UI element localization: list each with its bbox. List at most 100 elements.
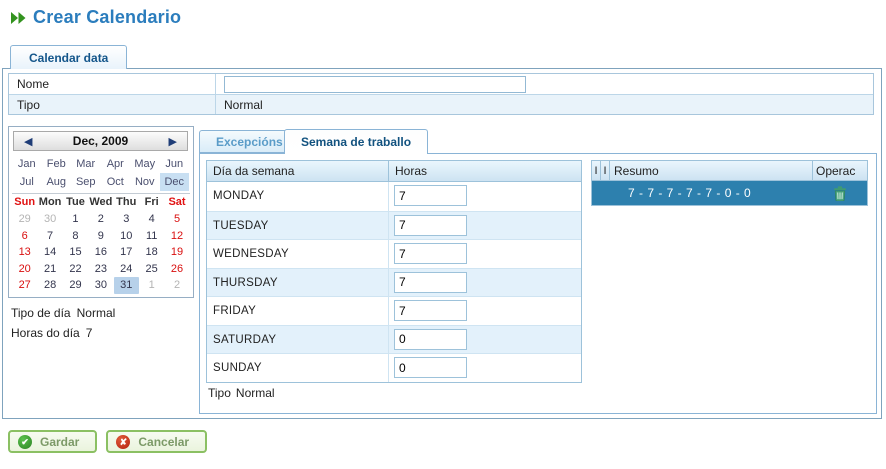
day-cell[interactable]: 12 — [164, 228, 189, 245]
work-week-panel: Día da semana Horas MONDAY TUESDAY WEDNE… — [199, 153, 877, 414]
month-nov[interactable]: Nov — [130, 173, 160, 191]
col-operacions: Operac — [812, 161, 867, 180]
day-cell[interactable]: 18 — [139, 244, 164, 261]
week-row: 20 21 22 23 24 25 26 — [12, 261, 190, 278]
hours-input-tuesday[interactable] — [394, 215, 467, 236]
hours-input-monday[interactable] — [394, 185, 467, 206]
col-i1: I — [592, 161, 601, 180]
day-cell[interactable]: 13 — [12, 244, 37, 261]
tab-semana-label: Semana de traballo — [301, 135, 411, 149]
week-table-header: Día da semana Horas — [207, 161, 581, 182]
day-cell[interactable]: 3 — [114, 211, 139, 228]
month-jun[interactable]: Jun — [160, 155, 190, 173]
day-cell[interactable]: 22 — [63, 261, 88, 278]
day-cell[interactable]: 1 — [63, 211, 88, 228]
dow-thu: Thu — [114, 196, 139, 208]
day-type-label: Tipo de día — [11, 306, 71, 320]
create-calendar-page: Crear Calendario Calendar data Nome Tipo… — [0, 0, 886, 469]
table-row-saturday: SATURDAY — [207, 325, 581, 354]
day-cell[interactable]: 6 — [12, 228, 37, 245]
day-cell[interactable]: 10 — [114, 228, 139, 245]
day-cell[interactable]: 24 — [114, 261, 139, 278]
day-cell[interactable]: 19 — [164, 244, 189, 261]
day-cell[interactable]: 30 — [88, 277, 113, 294]
month-feb[interactable]: Feb — [42, 155, 72, 173]
month-dec-selected[interactable]: Dec — [160, 173, 190, 191]
hours-input-wednesday[interactable] — [394, 243, 467, 264]
prev-month-icon[interactable]: ◀ — [24, 135, 32, 148]
day-hours-info: Horas do día 7 — [11, 326, 92, 340]
day-cell[interactable]: 11 — [139, 228, 164, 245]
calendar-data-panel: Nome Tipo Normal ◀ Dec, 2009 ▶ Jan Feb — [2, 68, 882, 419]
day-cell[interactable]: 7 — [37, 228, 62, 245]
day-grid: 29 30 1 2 3 4 5 6 7 8 9 10 11 12 — [12, 211, 190, 294]
day-hours-label: Horas do día — [11, 326, 80, 340]
day-cell[interactable]: 2 — [88, 211, 113, 228]
form-row-nome: Nome — [9, 74, 873, 94]
nome-label: Nome — [9, 74, 216, 94]
day-cell[interactable]: 5 — [164, 211, 189, 228]
day-cell[interactable]: 29 — [63, 277, 88, 294]
day-cell[interactable]: 28 — [37, 277, 62, 294]
day-cell[interactable]: 15 — [63, 244, 88, 261]
day-cell[interactable]: 20 — [12, 261, 37, 278]
nome-input[interactable] — [224, 76, 526, 93]
day-cell[interactable]: 1 — [139, 277, 164, 294]
table-row-sunday: SUNDAY — [207, 353, 581, 382]
day-cell[interactable]: 16 — [88, 244, 113, 261]
hours-input-thursday[interactable] — [394, 272, 467, 293]
day-cell[interactable]: 9 — [88, 228, 113, 245]
day-cell[interactable]: 8 — [63, 228, 88, 245]
table-row-tuesday: TUESDAY — [207, 211, 581, 240]
day-cell[interactable]: 23 — [88, 261, 113, 278]
month-aug[interactable]: Aug — [42, 173, 72, 191]
table-row-monday: MONDAY — [207, 182, 581, 211]
cancel-button[interactable]: ✘ Cancelar — [106, 430, 207, 453]
calendar-form: Nome Tipo Normal — [8, 73, 874, 115]
day-cell[interactable]: 27 — [12, 277, 37, 294]
hours-input-friday[interactable] — [394, 300, 467, 321]
summary-row-selected[interactable]: 7 - 7 - 7 - 7 - 7 - 0 - 0 — [592, 181, 867, 205]
dow-tue: Tue — [63, 196, 88, 208]
col-i2: I — [601, 161, 610, 180]
day-cell[interactable]: 29 — [12, 211, 37, 228]
hours-input-saturday[interactable] — [394, 329, 467, 350]
day-cell[interactable]: 14 — [37, 244, 62, 261]
dow-sat: Sat — [164, 196, 189, 208]
next-month-icon[interactable]: ▶ — [169, 135, 177, 148]
tab-calendar-data[interactable]: Calendar data — [10, 45, 127, 69]
day-cell[interactable]: 2 — [164, 277, 189, 294]
delete-icon[interactable] — [833, 186, 847, 204]
month-apr[interactable]: Apr — [101, 155, 131, 173]
action-bar: ✔ Gardar ✘ Cancelar — [8, 430, 207, 453]
weekday-headers: Sun Mon Tue Wed Thu Fri Sat — [12, 193, 190, 208]
month-mar[interactable]: Mar — [71, 155, 101, 173]
week-row: 27 28 29 30 31 1 2 — [12, 277, 190, 294]
table-row-wednesday: WEDNESDAY — [207, 239, 581, 268]
summary-table-header: I I Resumo Operac — [592, 161, 867, 181]
month-may[interactable]: May — [130, 155, 160, 173]
day-cell[interactable]: 26 — [164, 261, 189, 278]
day-cell[interactable]: 21 — [37, 261, 62, 278]
day-cell-selected[interactable]: 31 — [114, 277, 139, 294]
page-header: Crear Calendario — [10, 7, 181, 28]
dow-fri: Fri — [139, 196, 164, 208]
hours-input-sunday[interactable] — [394, 357, 467, 378]
day-cell[interactable]: 17 — [114, 244, 139, 261]
day-cell[interactable]: 30 — [37, 211, 62, 228]
col-horas: Horas — [388, 161, 581, 181]
tab-semana-de-traballo[interactable]: Semana de traballo — [284, 129, 428, 154]
day-cell[interactable]: 25 — [139, 261, 164, 278]
day-hours-value: 7 — [86, 326, 93, 340]
month-oct[interactable]: Oct — [101, 173, 131, 191]
save-button[interactable]: ✔ Gardar — [8, 430, 97, 453]
tab-excepcions-label: Excepcións — [216, 135, 283, 149]
month-jan[interactable]: Jan — [12, 155, 42, 173]
day-cell[interactable]: 4 — [139, 211, 164, 228]
month-sep[interactable]: Sep — [71, 173, 101, 191]
summary-resumo-value: 7 - 7 - 7 - 7 - 7 - 0 - 0 — [628, 186, 751, 200]
dow-mon: Mon — [37, 196, 62, 208]
week-type-label: Tipo — [208, 386, 231, 400]
month-jul[interactable]: Jul — [12, 173, 42, 191]
tab-calendar-data-label: Calendar data — [29, 51, 108, 65]
